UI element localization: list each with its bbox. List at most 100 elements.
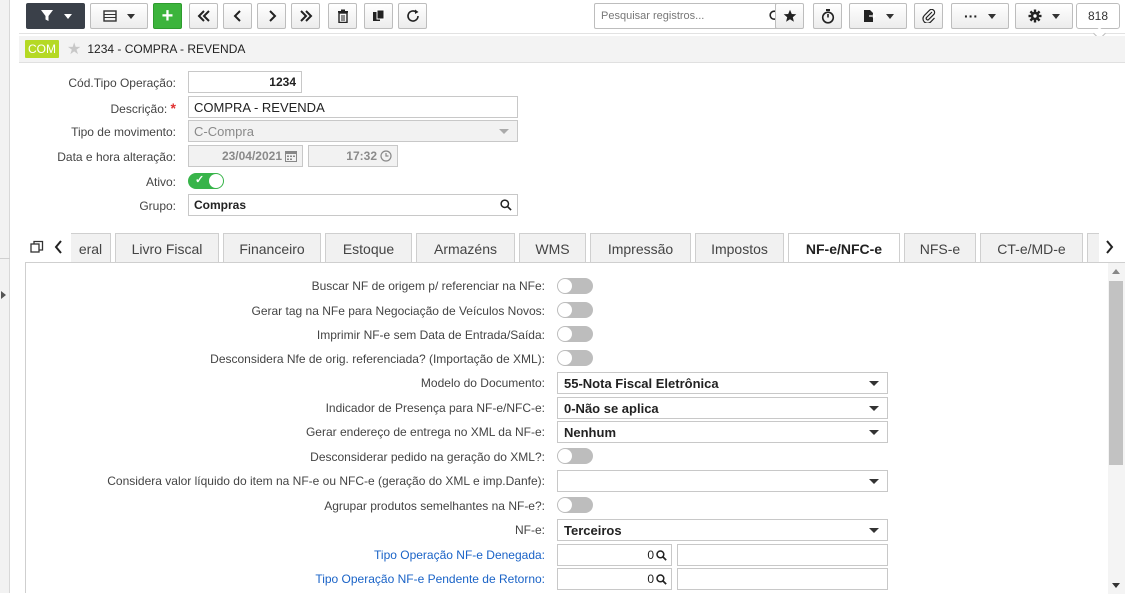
refresh-button[interactable] bbox=[398, 3, 427, 29]
record-count-badge: 818 bbox=[1076, 3, 1120, 29]
calendar-icon bbox=[285, 151, 297, 162]
search-icon[interactable] bbox=[656, 573, 667, 585]
tab-nfe-nfce[interactable]: NF-e/NFC-e bbox=[788, 233, 900, 264]
data-field[interactable]: 23/04/2021 bbox=[188, 145, 303, 167]
next-record-button[interactable] bbox=[257, 3, 286, 29]
tabs-scroll-right-icon[interactable] bbox=[1105, 240, 1114, 254]
scroll-down-icon[interactable] bbox=[1112, 583, 1120, 588]
panel-scrollbar[interactable] bbox=[1108, 263, 1125, 594]
toolbar: + ··· bbox=[19, 0, 1125, 34]
filter-button[interactable] bbox=[26, 3, 85, 29]
search-icon[interactable] bbox=[500, 199, 512, 211]
gerar-tag-label: Gerar tag na NFe para Negociação de Veíc… bbox=[251, 304, 546, 318]
tab-geral[interactable]: eral bbox=[71, 233, 111, 263]
tipo-label: Tipo de movimento: bbox=[71, 125, 176, 139]
valor-liquido-select[interactable] bbox=[557, 470, 888, 492]
chevron-left-icon bbox=[233, 10, 241, 22]
gear-icon bbox=[1028, 9, 1042, 23]
desconsidera-toggle[interactable] bbox=[557, 350, 593, 366]
ativo-toggle[interactable]: ✓ bbox=[188, 173, 224, 189]
buscar-nf-toggle[interactable] bbox=[557, 278, 593, 294]
tab-label: Estoque bbox=[342, 240, 395, 257]
modelo-label: Modelo do Documento: bbox=[420, 376, 545, 390]
duplicate-button[interactable] bbox=[364, 3, 393, 29]
tab-nfse[interactable]: NFS-e bbox=[904, 233, 976, 263]
expand-panel-arrow-icon[interactable] bbox=[1, 291, 6, 299]
pendente-description-field bbox=[677, 568, 888, 590]
chevron-down-icon bbox=[869, 430, 879, 435]
indicador-value: 0-Não se aplica bbox=[564, 400, 659, 416]
hora-field[interactable]: 17:32 bbox=[308, 145, 398, 167]
tab-label: Financeiro bbox=[239, 240, 305, 257]
indicador-select[interactable]: 0-Não se aplica bbox=[557, 397, 888, 419]
desconsiderar-pedido-label: Desconsiderar pedido na geração do XML?: bbox=[310, 450, 545, 464]
indicador-label: Indicador de Presença para NF-e/NFC-e: bbox=[325, 401, 545, 415]
grid-view-button[interactable] bbox=[90, 3, 148, 29]
chevron-right-icon bbox=[268, 10, 276, 22]
denegada-code-field[interactable]: 0 bbox=[557, 544, 672, 566]
left-panel-divider bbox=[0, 258, 10, 259]
grupo-label: Grupo: bbox=[139, 199, 176, 213]
denegada-link[interactable]: Tipo Operação NF-e Denegada: bbox=[374, 548, 545, 562]
export-button[interactable] bbox=[849, 3, 907, 29]
search-icon[interactable] bbox=[656, 549, 667, 561]
nfe-tab-panel: Buscar NF de origem p/ referenciar na NF… bbox=[25, 262, 1125, 594]
settings-button[interactable] bbox=[1015, 3, 1073, 29]
cod-field[interactable]: 1234 bbox=[188, 71, 302, 93]
chevron-down-icon bbox=[988, 13, 996, 19]
endereco-label: Gerar endereço de entrega no XML da NF-e… bbox=[305, 425, 545, 439]
tab-cte-mde[interactable]: CT-e/MD-e bbox=[980, 233, 1083, 263]
copy-tabs-icon[interactable] bbox=[30, 240, 44, 254]
modelo-value: 55-Nota Fiscal Eletrônica bbox=[564, 375, 719, 391]
tab-wms[interactable]: WMS bbox=[519, 233, 586, 263]
favorite-button[interactable] bbox=[775, 3, 804, 29]
tab-bar: eral Livro Fiscal Financeiro Estoque Arm… bbox=[25, 231, 1125, 264]
add-button[interactable]: + bbox=[153, 3, 182, 29]
previous-record-button[interactable] bbox=[223, 3, 252, 29]
modelo-select[interactable]: 55-Nota Fiscal Eletrônica bbox=[557, 372, 888, 394]
tab-impostos[interactable]: Impostos bbox=[695, 233, 784, 263]
tipo-select[interactable]: C-Compra bbox=[188, 120, 518, 142]
nfe-value: Terceiros bbox=[564, 522, 622, 538]
double-chevron-right-icon bbox=[299, 10, 312, 22]
tab-livro-fiscal[interactable]: Livro Fiscal bbox=[115, 233, 219, 263]
more-options-button[interactable]: ··· bbox=[951, 3, 1009, 29]
grupo-field[interactable]: Compras bbox=[188, 194, 518, 216]
chevron-down-icon bbox=[885, 13, 894, 19]
required-marker: * bbox=[170, 100, 176, 116]
left-collapsed-panel bbox=[0, 0, 10, 593]
toggle-knob bbox=[558, 351, 572, 365]
pendente-code-field[interactable]: 0 bbox=[557, 568, 672, 590]
nfe-select[interactable]: Terceiros bbox=[557, 519, 888, 541]
tab-armazens[interactable]: Armazéns bbox=[416, 233, 515, 263]
imprimir-toggle[interactable] bbox=[557, 326, 593, 342]
tab-label: Impressão bbox=[607, 240, 674, 257]
desconsiderar-pedido-toggle[interactable] bbox=[557, 448, 593, 464]
gerar-tag-toggle[interactable] bbox=[557, 302, 593, 318]
trash-icon bbox=[337, 9, 348, 23]
chevron-down-icon bbox=[869, 528, 879, 533]
valor-liquido-label: Considera valor líquido do item na NF-e … bbox=[107, 474, 545, 488]
attachment-button[interactable] bbox=[914, 3, 943, 29]
agrupar-toggle[interactable] bbox=[557, 497, 593, 513]
first-record-button[interactable] bbox=[189, 3, 218, 29]
last-record-button[interactable] bbox=[291, 3, 320, 29]
imprimir-label: Imprimir NF-e sem Data de Entrada/Saída: bbox=[316, 328, 545, 342]
tab-impressao[interactable]: Impressão bbox=[590, 233, 691, 263]
tab-partial[interactable] bbox=[1087, 233, 1099, 263]
timer-button[interactable] bbox=[813, 3, 842, 29]
tab-label: NFS-e bbox=[919, 240, 961, 257]
tab-label: NF-e/NFC-e bbox=[805, 241, 883, 257]
delete-button[interactable] bbox=[328, 3, 357, 29]
tabs-scroll-left-icon[interactable] bbox=[54, 240, 63, 254]
favorite-star-icon[interactable]: ★ bbox=[67, 39, 81, 59]
search-input[interactable] bbox=[595, 4, 755, 28]
ativo-label: Ativo: bbox=[145, 175, 176, 189]
scroll-up-icon[interactable] bbox=[1112, 269, 1120, 274]
tab-financeiro[interactable]: Financeiro bbox=[223, 233, 321, 263]
tab-estoque[interactable]: Estoque bbox=[325, 233, 412, 263]
desc-field[interactable]: COMPRA - REVENDA bbox=[188, 96, 518, 118]
pendente-link[interactable]: Tipo Operação NF-e Pendente de Retorno: bbox=[315, 572, 545, 586]
endereco-select[interactable]: Nenhum bbox=[557, 421, 888, 443]
scrollbar-thumb[interactable] bbox=[1109, 281, 1123, 465]
